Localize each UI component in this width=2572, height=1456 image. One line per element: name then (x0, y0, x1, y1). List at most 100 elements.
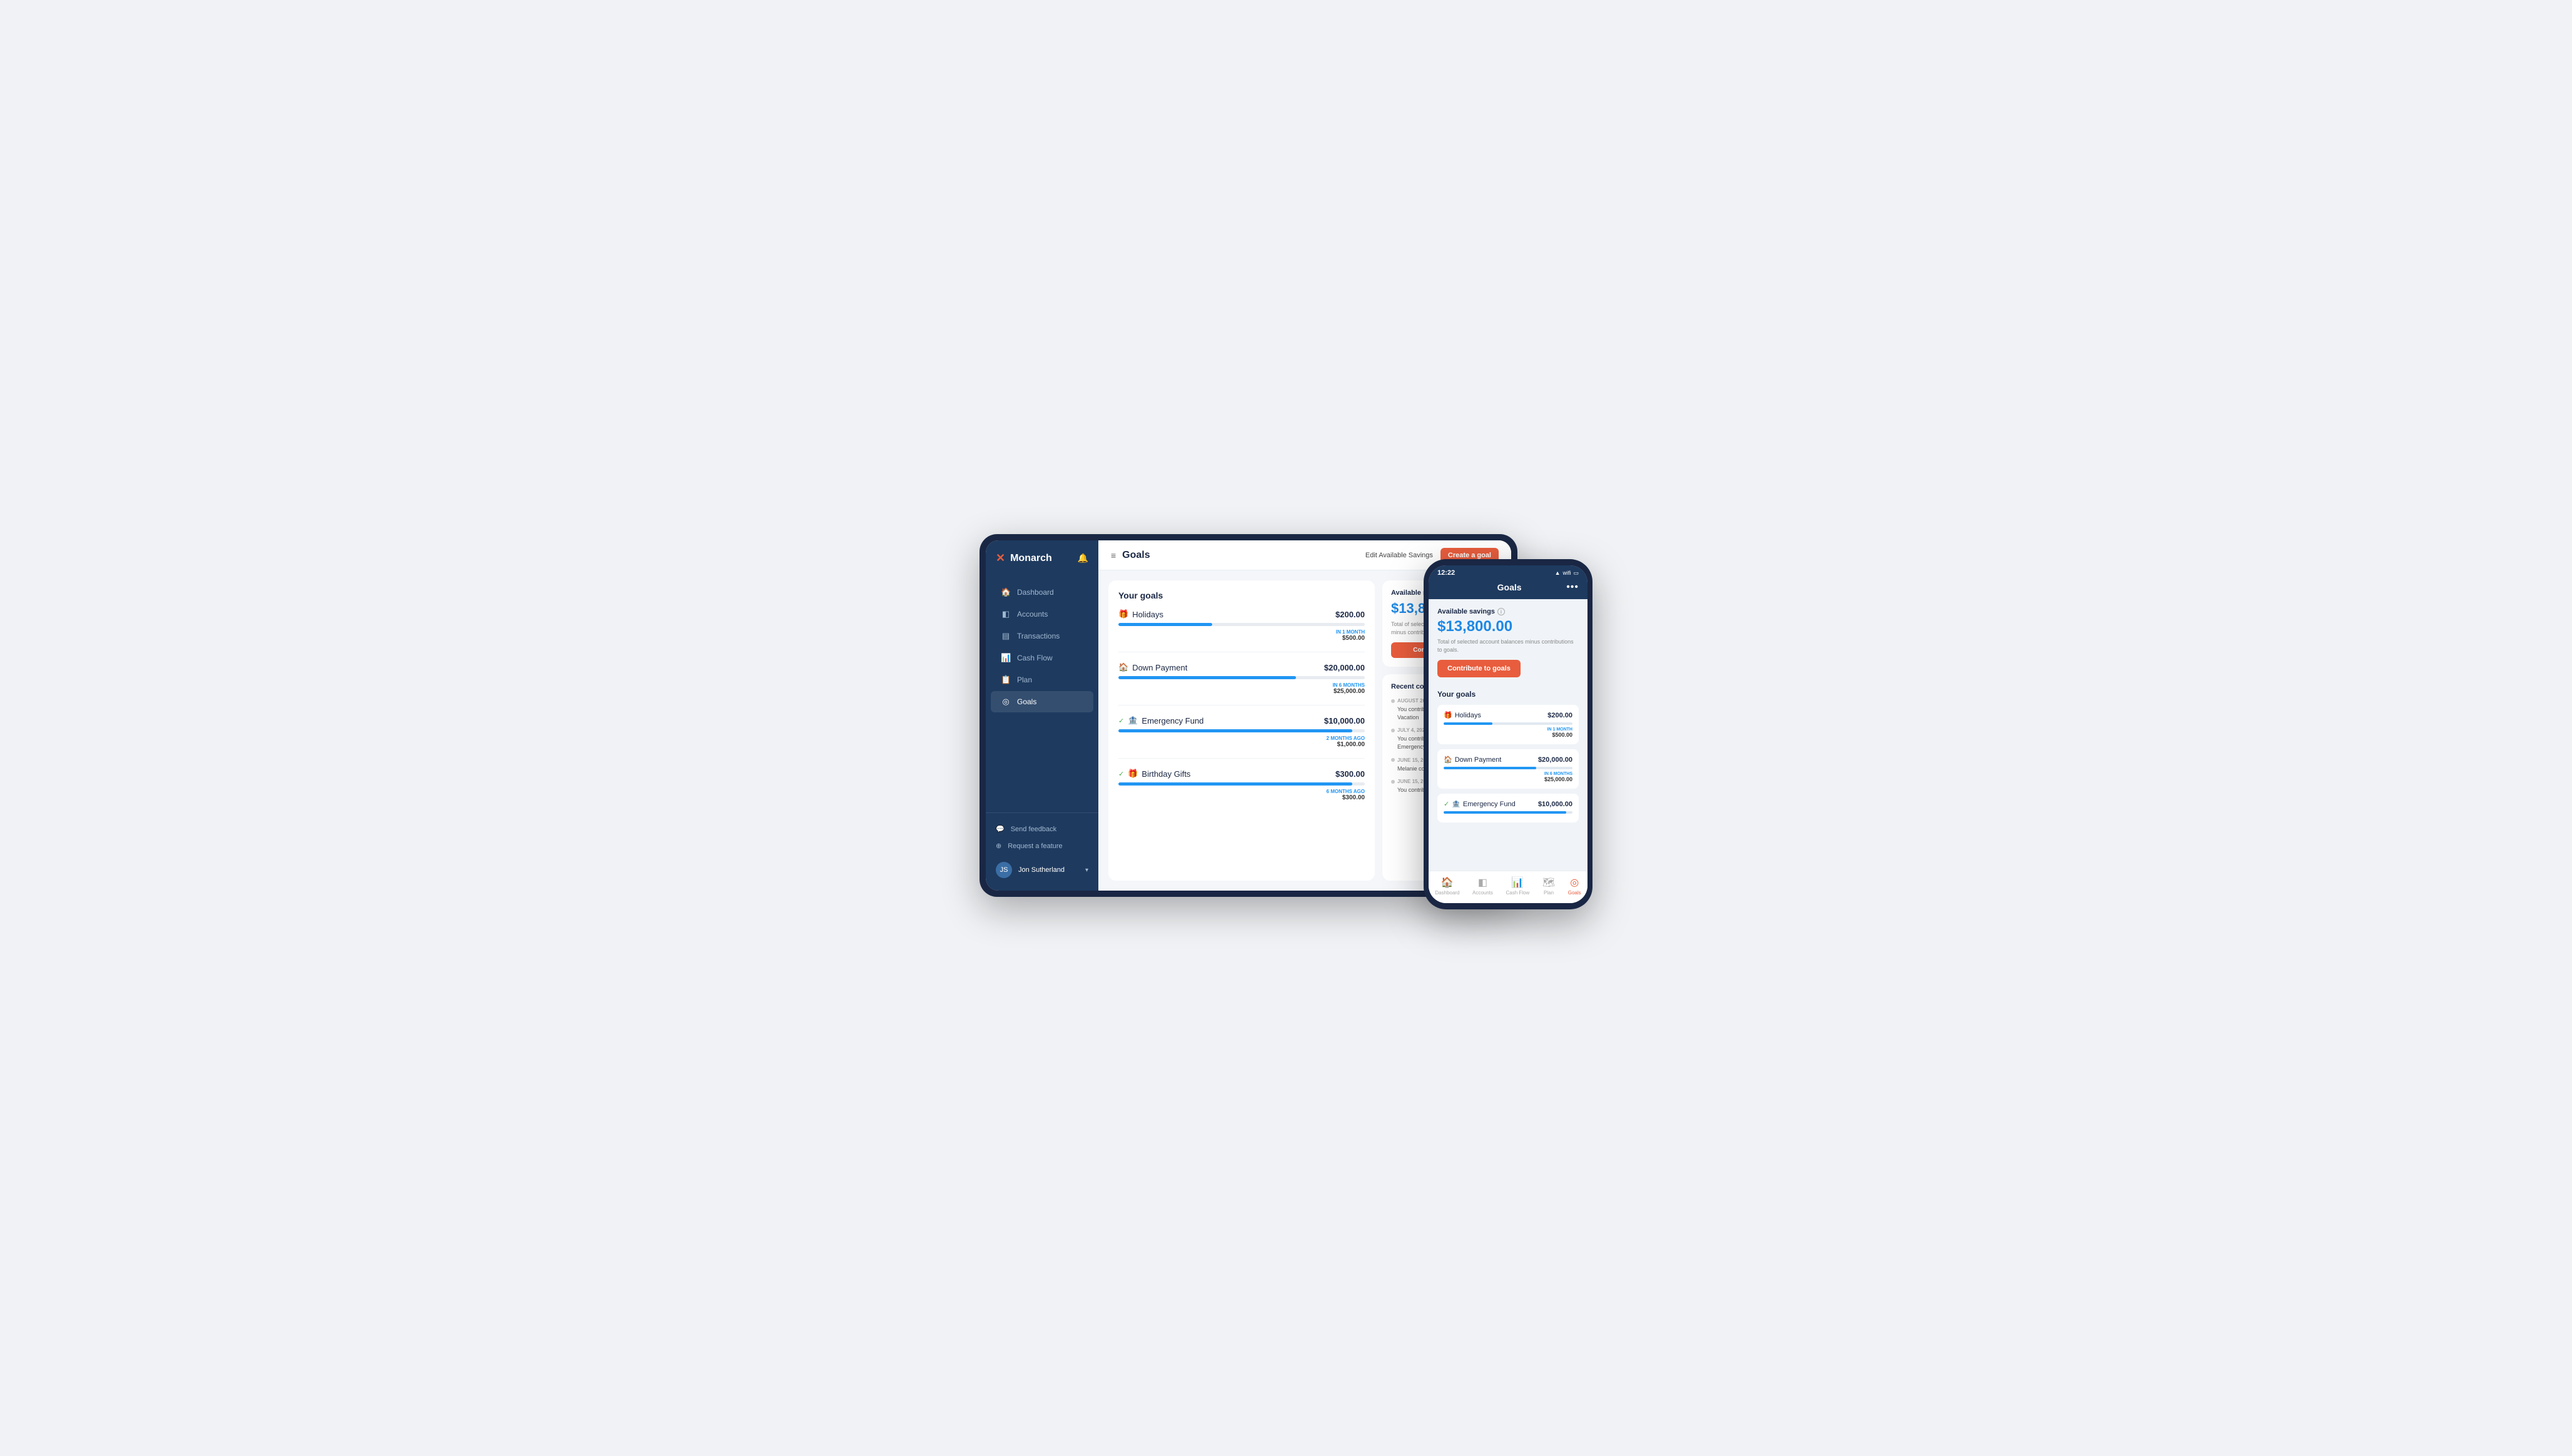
goals-panel: Your goals 🎁 Holidays $200.00 (1108, 580, 1375, 881)
sidebar-item-accounts[interactable]: ◧ Accounts (991, 604, 1093, 625)
goal-progress-bar-down-payment (1118, 676, 1365, 679)
phone-goal-amount-down-payment: $20,000.00 (1538, 756, 1572, 764)
goal-amount-holidays: $200.00 (1335, 610, 1365, 619)
goal-item-emergency-fund[interactable]: ✓ 🏦 Emergency Fund $10,000.00 (1118, 715, 1365, 759)
phone-more-icon[interactable]: ••• (1566, 582, 1579, 593)
phone-nav-plan[interactable]: 🗺 Plan (1542, 876, 1555, 896)
phone-header-title: Goals (1452, 582, 1566, 592)
sidebar-item-plan[interactable]: 📋 Plan (991, 669, 1093, 690)
goal-meta-holidays: IN 1 MONTH $500.00 (1118, 629, 1365, 642)
avatar: JS (996, 862, 1012, 878)
page-title: Goals (1122, 550, 1150, 561)
sidebar-item-label: Transactions (1017, 632, 1060, 640)
goals-icon: ◎ (1001, 697, 1011, 707)
feature-icon: ⊕ (996, 842, 1001, 850)
phone-header: Goals ••• (1429, 579, 1587, 599)
phone-savings-amount: $13,800.00 (1437, 618, 1579, 635)
completed-check-icon-2: ✓ (1118, 770, 1124, 778)
contribution-dot-icon-2 (1391, 729, 1395, 732)
phone-nav-accounts-label: Accounts (1472, 890, 1493, 896)
phone-goal-amount-emergency-fund: $10,000.00 (1538, 801, 1572, 808)
user-name: Jon Sutherland (1018, 866, 1065, 874)
goal-item-holidays[interactable]: 🎁 Holidays $200.00 IN 1 MONTH $500. (1118, 609, 1365, 652)
monarch-logo-icon: ✕ (996, 552, 1005, 565)
goal-progress-fill-down-payment (1118, 676, 1296, 679)
phone: 12:22 ▲ wifi ▭ Goals ••• Available savin… (1424, 559, 1592, 909)
notification-bell-icon[interactable]: 🔔 (1078, 553, 1088, 564)
contribution-dot-icon (1391, 699, 1395, 703)
chevron-down-icon: ▾ (1085, 867, 1088, 874)
phone-info-icon[interactable]: i (1497, 608, 1505, 615)
goal-meta-birthday-gifts: 6 MONTHS AGO $300.00 (1118, 789, 1365, 801)
sidebar-item-dashboard[interactable]: 🏠 Dashboard (991, 582, 1093, 603)
phone-time: 12:22 (1437, 569, 1455, 577)
goal-amount-birthday-gifts: $300.00 (1335, 769, 1365, 779)
phone-goals-section: Your goals 🎁 Holidays $200.00 IN 1 MONTH (1437, 690, 1579, 822)
dashboard-icon: 🏠 (1001, 587, 1011, 597)
edit-savings-button[interactable]: Edit Available Savings (1365, 552, 1433, 559)
sidebar-item-label: Dashboard (1017, 588, 1054, 597)
phone-goal-down-payment[interactable]: 🏠 Down Payment $20,000.00 IN 6 MONTHS $2… (1437, 749, 1579, 789)
phone-nav-plan-label: Plan (1544, 890, 1554, 896)
goal-name-birthday-gifts: ✓ 🎁 Birthday Gifts (1118, 769, 1190, 779)
sidebar-item-label: Goals (1017, 697, 1036, 706)
phone-goal-bar-emergency-fund (1444, 811, 1572, 814)
phone-goal-meta-holidays: IN 1 MONTH $500.00 (1444, 727, 1572, 738)
contribution-dot-icon-4 (1391, 780, 1395, 784)
scene: ✕ Monarch 🔔 🏠 Dashboard ◧ Accounts (980, 534, 1592, 922)
phone-nav-goals-icon: ◎ (1570, 876, 1579, 889)
user-profile[interactable]: JS Jon Sutherland ▾ (991, 857, 1093, 883)
phone-nav-cashflow-label: Cash Flow (1506, 890, 1529, 896)
phone-nav-cashflow[interactable]: 📊 Cash Flow (1506, 876, 1529, 896)
plan-icon: 📋 (1001, 675, 1011, 685)
goal-progress-fill-emergency-fund (1118, 729, 1352, 732)
goal-name-down-payment: 🏠 Down Payment (1118, 662, 1187, 672)
phone-goal-amount-holidays: $200.00 (1547, 712, 1572, 719)
phone-goal-name-holidays: 🎁 Holidays (1444, 711, 1481, 719)
goal-progress-bar-birthday-gifts (1118, 782, 1365, 786)
phone-status-bar: 12:22 ▲ wifi ▭ (1429, 565, 1587, 579)
request-feature-button[interactable]: ⊕ Request a feature (991, 837, 1093, 854)
phone-completed-check-icon: ✓ (1444, 800, 1449, 808)
menu-icon[interactable]: ≡ (1111, 550, 1116, 560)
phone-goal-fill-holidays (1444, 722, 1492, 725)
cashflow-icon: 📊 (1001, 653, 1011, 663)
goals-heading: Your goals (1118, 590, 1365, 600)
goal-item-down-payment[interactable]: 🏠 Down Payment $20,000.00 IN 6 MONTHS (1118, 662, 1365, 705)
goal-amount-emergency-fund: $10,000.00 (1324, 716, 1365, 725)
battery-icon: ▭ (1573, 570, 1579, 577)
phone-goal-bar-holidays (1444, 722, 1572, 725)
phone-goal-name-down-payment: 🏠 Down Payment (1444, 756, 1501, 764)
goal-item-birthday-gifts[interactable]: ✓ 🎁 Birthday Gifts $300.00 (1118, 769, 1365, 811)
phone-status-icons: ▲ wifi ▭ (1555, 570, 1579, 577)
sidebar-bottom: 💬 Send feedback ⊕ Request a feature JS J… (986, 812, 1098, 891)
transactions-icon: ▤ (1001, 631, 1011, 641)
goal-progress-bar-holidays (1118, 623, 1365, 626)
contribution-dot-icon-3 (1391, 758, 1395, 762)
phone-goals-heading: Your goals (1437, 690, 1579, 699)
goal-progress-fill-holidays (1118, 623, 1212, 626)
goal-name-emergency-fund: ✓ 🏦 Emergency Fund (1118, 715, 1203, 725)
phone-goal-emergency-fund[interactable]: ✓ 🏦 Emergency Fund $10,000.00 (1437, 794, 1579, 822)
sidebar-item-transactions[interactable]: ▤ Transactions (991, 625, 1093, 647)
completed-check-icon: ✓ (1118, 717, 1124, 725)
phone-nav-goals-label: Goals (1568, 890, 1581, 896)
wifi-icon: wifi (1562, 570, 1571, 576)
feedback-icon: 💬 (996, 825, 1005, 833)
send-feedback-button[interactable]: 💬 Send feedback (991, 821, 1093, 837)
sidebar-item-label: Plan (1017, 675, 1032, 684)
phone-nav-goals[interactable]: ◎ Goals (1568, 876, 1581, 896)
phone-savings-title: Available savings i (1437, 608, 1579, 615)
sidebar-logo: ✕ Monarch 🔔 (986, 540, 1098, 576)
phone-nav-accounts[interactable]: ◧ Accounts (1472, 876, 1493, 896)
sidebar-item-cashflow[interactable]: 📊 Cash Flow (991, 647, 1093, 669)
goal-name-holidays: 🎁 Holidays (1118, 609, 1163, 619)
sidebar-item-label: Cash Flow (1017, 654, 1053, 662)
phone-content: Available savings i $13,800.00 Total of … (1429, 599, 1587, 871)
phone-nav-dashboard[interactable]: 🏠 Dashboard (1435, 876, 1459, 896)
phone-nav-dashboard-icon: 🏠 (1441, 876, 1454, 889)
phone-contribute-button[interactable]: Contribute to goals (1437, 660, 1521, 677)
sidebar-item-goals[interactable]: ◎ Goals (991, 691, 1093, 712)
goal-amount-down-payment: $20,000.00 (1324, 663, 1365, 672)
phone-goal-holidays[interactable]: 🎁 Holidays $200.00 IN 1 MONTH $500.00 (1437, 705, 1579, 744)
